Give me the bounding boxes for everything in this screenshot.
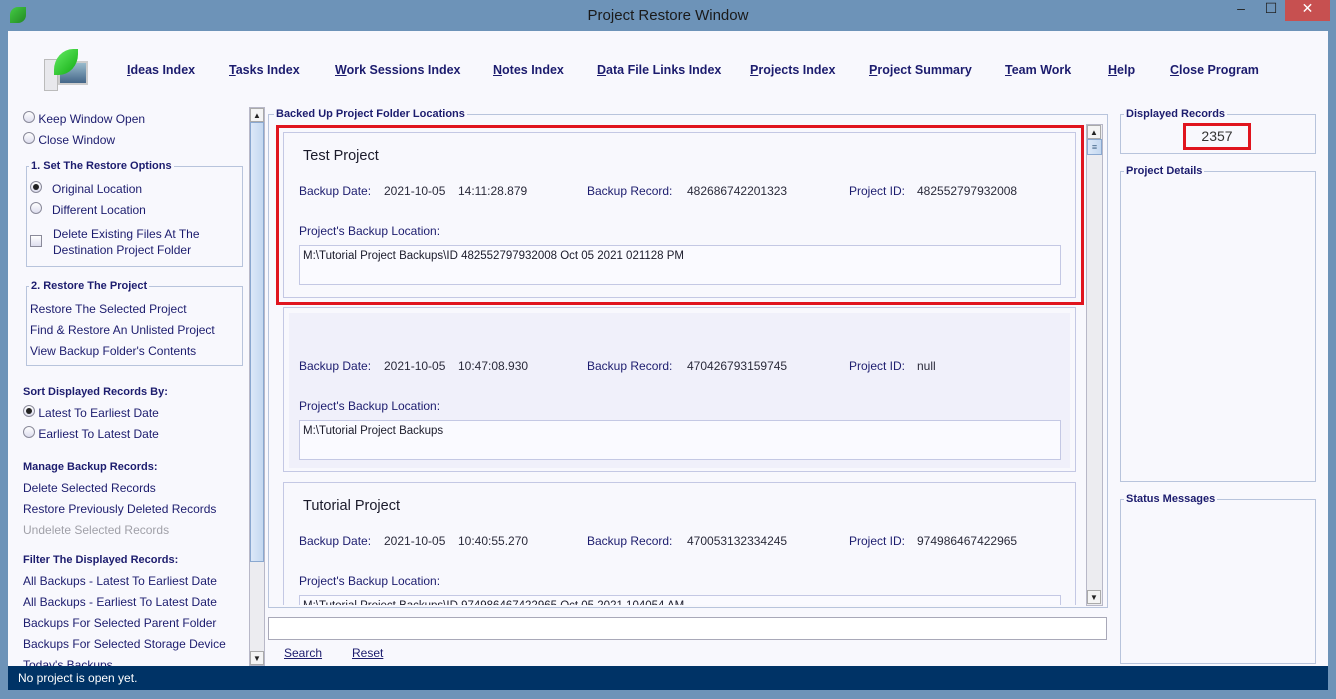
status-bar: No project is open yet. — [8, 666, 1328, 690]
sort-earliest-radio[interactable]: Earliest To Latest Date — [23, 426, 159, 441]
delete-existing-label[interactable]: Delete Existing Files At The Destination … — [53, 226, 200, 258]
backup-record: 470426793159745 — [687, 359, 788, 373]
scroll-down-icon[interactable]: ▼ — [250, 651, 264, 665]
backup-location-field[interactable]: M:\Tutorial Project Backups — [299, 420, 1061, 460]
backup-time: 10:47:08.930 — [458, 359, 529, 373]
backup-time: 10:40:55.270 — [458, 534, 529, 548]
status-messages-group — [1120, 499, 1316, 664]
radio-label: Different Location — [52, 203, 146, 217]
minimize-button[interactable]: – — [1226, 0, 1256, 22]
nav-project-summary[interactable]: Project Summary — [869, 63, 972, 77]
keep-window-open-radio[interactable]: Keep Window Open — [23, 111, 145, 126]
backup-location-label: Project's Backup Location: — [299, 574, 441, 588]
filter-parent-folder-link[interactable]: Backups For Selected Parent Folder — [23, 616, 216, 630]
delete-existing-checkbox[interactable] — [30, 235, 42, 247]
filter-earliest-link[interactable]: All Backups - Earliest To Latest Date — [23, 595, 217, 609]
backup-record: 470053132334245 — [687, 534, 788, 548]
radio-icon — [30, 202, 42, 214]
project-details-group — [1120, 171, 1316, 482]
backup-date-label: Backup Date: — [299, 359, 372, 373]
close-button[interactable]: ✕ — [1285, 0, 1330, 21]
search-input[interactable] — [268, 617, 1107, 640]
backup-record-card[interactable]: Tutorial Project Backup Date: 2021-10-05… — [283, 482, 1076, 605]
records-scrollbar[interactable] — [1086, 124, 1103, 606]
undelete-selected-link: Undelete Selected Records — [23, 523, 170, 537]
filter-storage-device-link[interactable]: Backups For Selected Storage Device — [23, 637, 226, 651]
backup-date: 2021-10-05 — [384, 359, 446, 373]
restore-selected-project-link[interactable]: Restore The Selected Project — [30, 302, 187, 316]
radio-label: Earliest To Latest Date — [38, 427, 159, 441]
status-messages-title: Status Messages — [1124, 493, 1218, 505]
label-line: Delete Existing Files At The — [53, 227, 200, 241]
nav-work-sessions-index[interactable]: Work Sessions Index — [335, 63, 461, 77]
radio-label: Original Location — [52, 182, 143, 196]
displayed-records-count: 2357 — [1183, 123, 1251, 150]
view-backup-folder-link[interactable]: View Backup Folder's Contents — [30, 344, 196, 358]
project-id: 974986467422965 — [917, 534, 1018, 548]
backup-location-label: Project's Backup Location: — [299, 399, 441, 413]
different-location-radio[interactable]: Different Location — [30, 202, 146, 217]
nav-data-file-links-index[interactable]: Data File Links Index — [597, 63, 721, 77]
find-restore-unlisted-link[interactable]: Find & Restore An Unlisted Project — [30, 323, 215, 337]
left-scroll-thumb[interactable] — [250, 122, 264, 562]
restore-options-title: 1. Set The Restore Options — [29, 160, 174, 172]
radio-label: Keep Window Open — [38, 112, 146, 126]
radio-icon — [23, 132, 35, 144]
backup-record-label: Backup Record: — [587, 534, 673, 548]
radio-label: Close Window — [38, 133, 116, 147]
title-bar: Project Restore Window – ☐ ✕ — [0, 0, 1336, 31]
sort-latest-radio[interactable]: Latest To Earliest Date — [23, 405, 159, 420]
filter-today-link[interactable]: Today's Backups — [23, 658, 223, 666]
reset-button[interactable]: Reset — [352, 646, 383, 660]
nav-help[interactable]: Help — [1108, 63, 1135, 77]
maximize-button[interactable]: ☐ — [1256, 0, 1286, 22]
nav-team-work[interactable]: Team Work — [1005, 63, 1071, 77]
project-name: Tutorial Project — [303, 498, 400, 514]
project-id-label: Project ID: — [849, 534, 906, 548]
selected-record-highlight — [276, 125, 1084, 305]
restore-deleted-link[interactable]: Restore Previously Deleted Records — [23, 502, 216, 516]
project-details-title: Project Details — [1124, 165, 1205, 177]
backup-record-card[interactable]: Backup Date: 2021-10-05 10:47:08.930 Bac… — [283, 307, 1076, 472]
radio-icon — [23, 111, 35, 123]
displayed-records-title: Displayed Records — [1124, 108, 1228, 120]
search-button[interactable]: Search — [284, 646, 322, 660]
radio-icon — [23, 405, 35, 417]
scroll-down-icon[interactable]: ▼ — [1087, 590, 1101, 604]
records-scroll-thumb[interactable]: ≡ — [1087, 139, 1102, 155]
radio-icon — [30, 181, 42, 193]
backup-location-field[interactable]: M:\Tutorial Project Backups\ID 974986467… — [299, 595, 1061, 605]
backup-locations-title: Backed Up Project Folder Locations — [274, 108, 467, 120]
backup-record-label: Backup Record: — [587, 359, 673, 373]
project-id: null — [917, 359, 936, 373]
radio-icon — [23, 426, 35, 438]
app-logo — [42, 47, 92, 93]
nav-notes-index[interactable]: Notes Index — [493, 63, 564, 77]
nav-close-program[interactable]: Close Program — [1170, 63, 1259, 77]
manage-title: Manage Backup Records: — [23, 461, 158, 473]
sort-title: Sort Displayed Records By: — [23, 386, 168, 398]
nav-tasks-index[interactable]: Tasks Index — [229, 63, 300, 77]
close-window-radio[interactable]: Close Window — [23, 132, 115, 147]
scroll-up-icon[interactable]: ▲ — [250, 108, 264, 122]
filter-title: Filter The Displayed Records: — [23, 554, 179, 566]
nav-ideas-index[interactable]: Ideas Index — [127, 63, 195, 77]
restore-project-title: 2. Restore The Project — [29, 280, 150, 292]
backup-date: 2021-10-05 — [384, 534, 446, 548]
scroll-up-icon[interactable]: ▲ — [1087, 125, 1101, 139]
backup-date-label: Backup Date: — [299, 534, 372, 548]
delete-selected-link[interactable]: Delete Selected Records — [23, 481, 156, 495]
nav-projects-index[interactable]: Projects Index — [750, 63, 835, 77]
project-id-label: Project ID: — [849, 359, 906, 373]
window-title: Project Restore Window — [587, 7, 749, 24]
label-line: Destination Project Folder — [53, 243, 192, 257]
filter-latest-link[interactable]: All Backups - Latest To Earliest Date — [23, 574, 217, 588]
original-location-radio[interactable]: Original Location — [30, 181, 142, 196]
radio-label: Latest To Earliest Date — [38, 406, 159, 420]
